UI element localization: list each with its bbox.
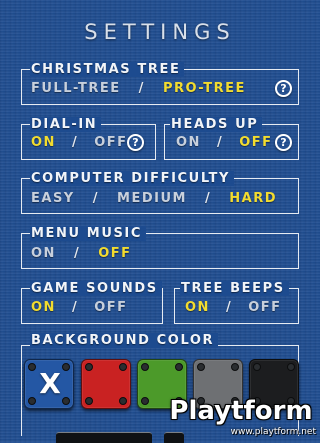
option-medium[interactable]: MEDIUM	[117, 191, 187, 206]
option-menu-music-off[interactable]: OFF	[98, 246, 131, 261]
christmas-tree-options: FULL-TREE / PRO-TREE	[31, 81, 246, 96]
bottom-tab-left[interactable]	[56, 432, 152, 443]
option-tree-beeps-on[interactable]: ON	[185, 300, 210, 315]
bolt-icon	[141, 363, 149, 371]
watermark-url: www.playtform.net	[230, 427, 316, 437]
watermark-brand: Playtform	[169, 396, 313, 426]
option-heads-up-on[interactable]: ON	[176, 135, 201, 150]
menu-music-label: MENU MUSIC	[30, 226, 147, 241]
bolt-icon	[287, 363, 295, 371]
dial-in-label: DIAL-IN	[30, 117, 102, 132]
tree-beeps-label: TREE BEEPS	[180, 281, 289, 296]
settings-screen: { "title": "SETTINGS", "christmas_tree":…	[0, 0, 320, 443]
heads-up-help-icon[interactable]: ?	[275, 134, 292, 151]
christmas-tree-label: CHRISTMAS TREE	[30, 62, 185, 77]
bolt-icon	[119, 397, 127, 405]
bolt-icon	[253, 363, 261, 371]
heads-up-options: ON / OFF	[176, 135, 273, 150]
game-sounds-options: ON / OFF	[31, 300, 128, 315]
bolt-icon	[85, 363, 93, 371]
option-game-sounds-off[interactable]: OFF	[94, 300, 127, 315]
bolt-icon	[141, 397, 149, 405]
option-hard[interactable]: HARD	[229, 191, 277, 206]
computer-difficulty-label: COMPUTER DIFFICULTY	[30, 171, 235, 186]
option-menu-music-on[interactable]: ON	[31, 246, 56, 261]
watermark-logo: Playtform www.playtform.net	[166, 396, 316, 438]
bolt-icon	[231, 363, 239, 371]
option-game-sounds-on[interactable]: ON	[31, 300, 56, 315]
option-full-tree[interactable]: FULL-TREE	[31, 81, 121, 96]
christmas-tree-help-icon[interactable]: ?	[275, 80, 292, 97]
option-heads-up-off[interactable]: OFF	[239, 135, 272, 150]
menu-music-options: ON / OFF	[31, 246, 132, 261]
swatch-red[interactable]	[81, 359, 131, 409]
bolt-icon	[85, 397, 93, 405]
swatch-blue[interactable]: X	[24, 359, 74, 409]
bolt-icon	[197, 363, 205, 371]
option-easy[interactable]: EASY	[31, 191, 75, 206]
tree-beeps-options: ON / OFF	[185, 300, 282, 315]
option-dial-in-off[interactable]: OFF	[94, 135, 127, 150]
dial-in-options: ON / OFF	[31, 135, 128, 150]
option-pro-tree[interactable]: PRO-TREE	[163, 81, 246, 96]
game-sounds-label: GAME SOUNDS	[30, 281, 162, 296]
bolt-icon	[175, 363, 183, 371]
option-dial-in-on[interactable]: ON	[31, 135, 56, 150]
selected-x-icon: X	[39, 367, 61, 400]
page-title: SETTINGS	[84, 20, 236, 44]
heads-up-label: HEADS UP	[170, 117, 263, 132]
background-color-label: BACKGROUND COLOR	[30, 333, 219, 348]
computer-difficulty-options: EASY / MEDIUM / HARD	[31, 191, 278, 206]
option-tree-beeps-off[interactable]: OFF	[248, 300, 281, 315]
dial-in-help-icon[interactable]: ?	[127, 134, 144, 151]
bolt-icon	[119, 363, 127, 371]
